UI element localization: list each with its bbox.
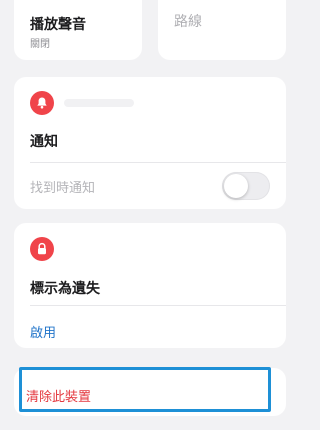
route-title: 路線 [174,14,202,30]
route-card[interactable]: 路線 [158,0,286,60]
toggle-knob [224,174,248,198]
divider [30,305,286,306]
notifications-title: 通知 [30,134,58,150]
divider [30,162,286,163]
lock-icon [30,237,54,261]
mark-as-lost-card: 標示為遺失 啟用 [14,223,286,348]
mark-as-lost-title: 標示為遺失 [30,281,100,297]
play-sound-status: 關閉 [30,39,50,50]
play-sound-card[interactable]: 播放聲音 關閉 [14,0,142,60]
notify-when-found-toggle[interactable] [222,172,270,200]
blurred-placeholder [64,99,134,107]
notify-when-found-label: 找到時通知 [30,181,96,196]
selection-highlight [19,367,271,412]
bell-icon [30,91,54,115]
play-sound-title: 播放聲音 [30,17,86,33]
enable-lost-mode-link[interactable]: 啟用 [30,322,56,341]
notifications-card: 通知 找到時通知 [14,77,286,209]
